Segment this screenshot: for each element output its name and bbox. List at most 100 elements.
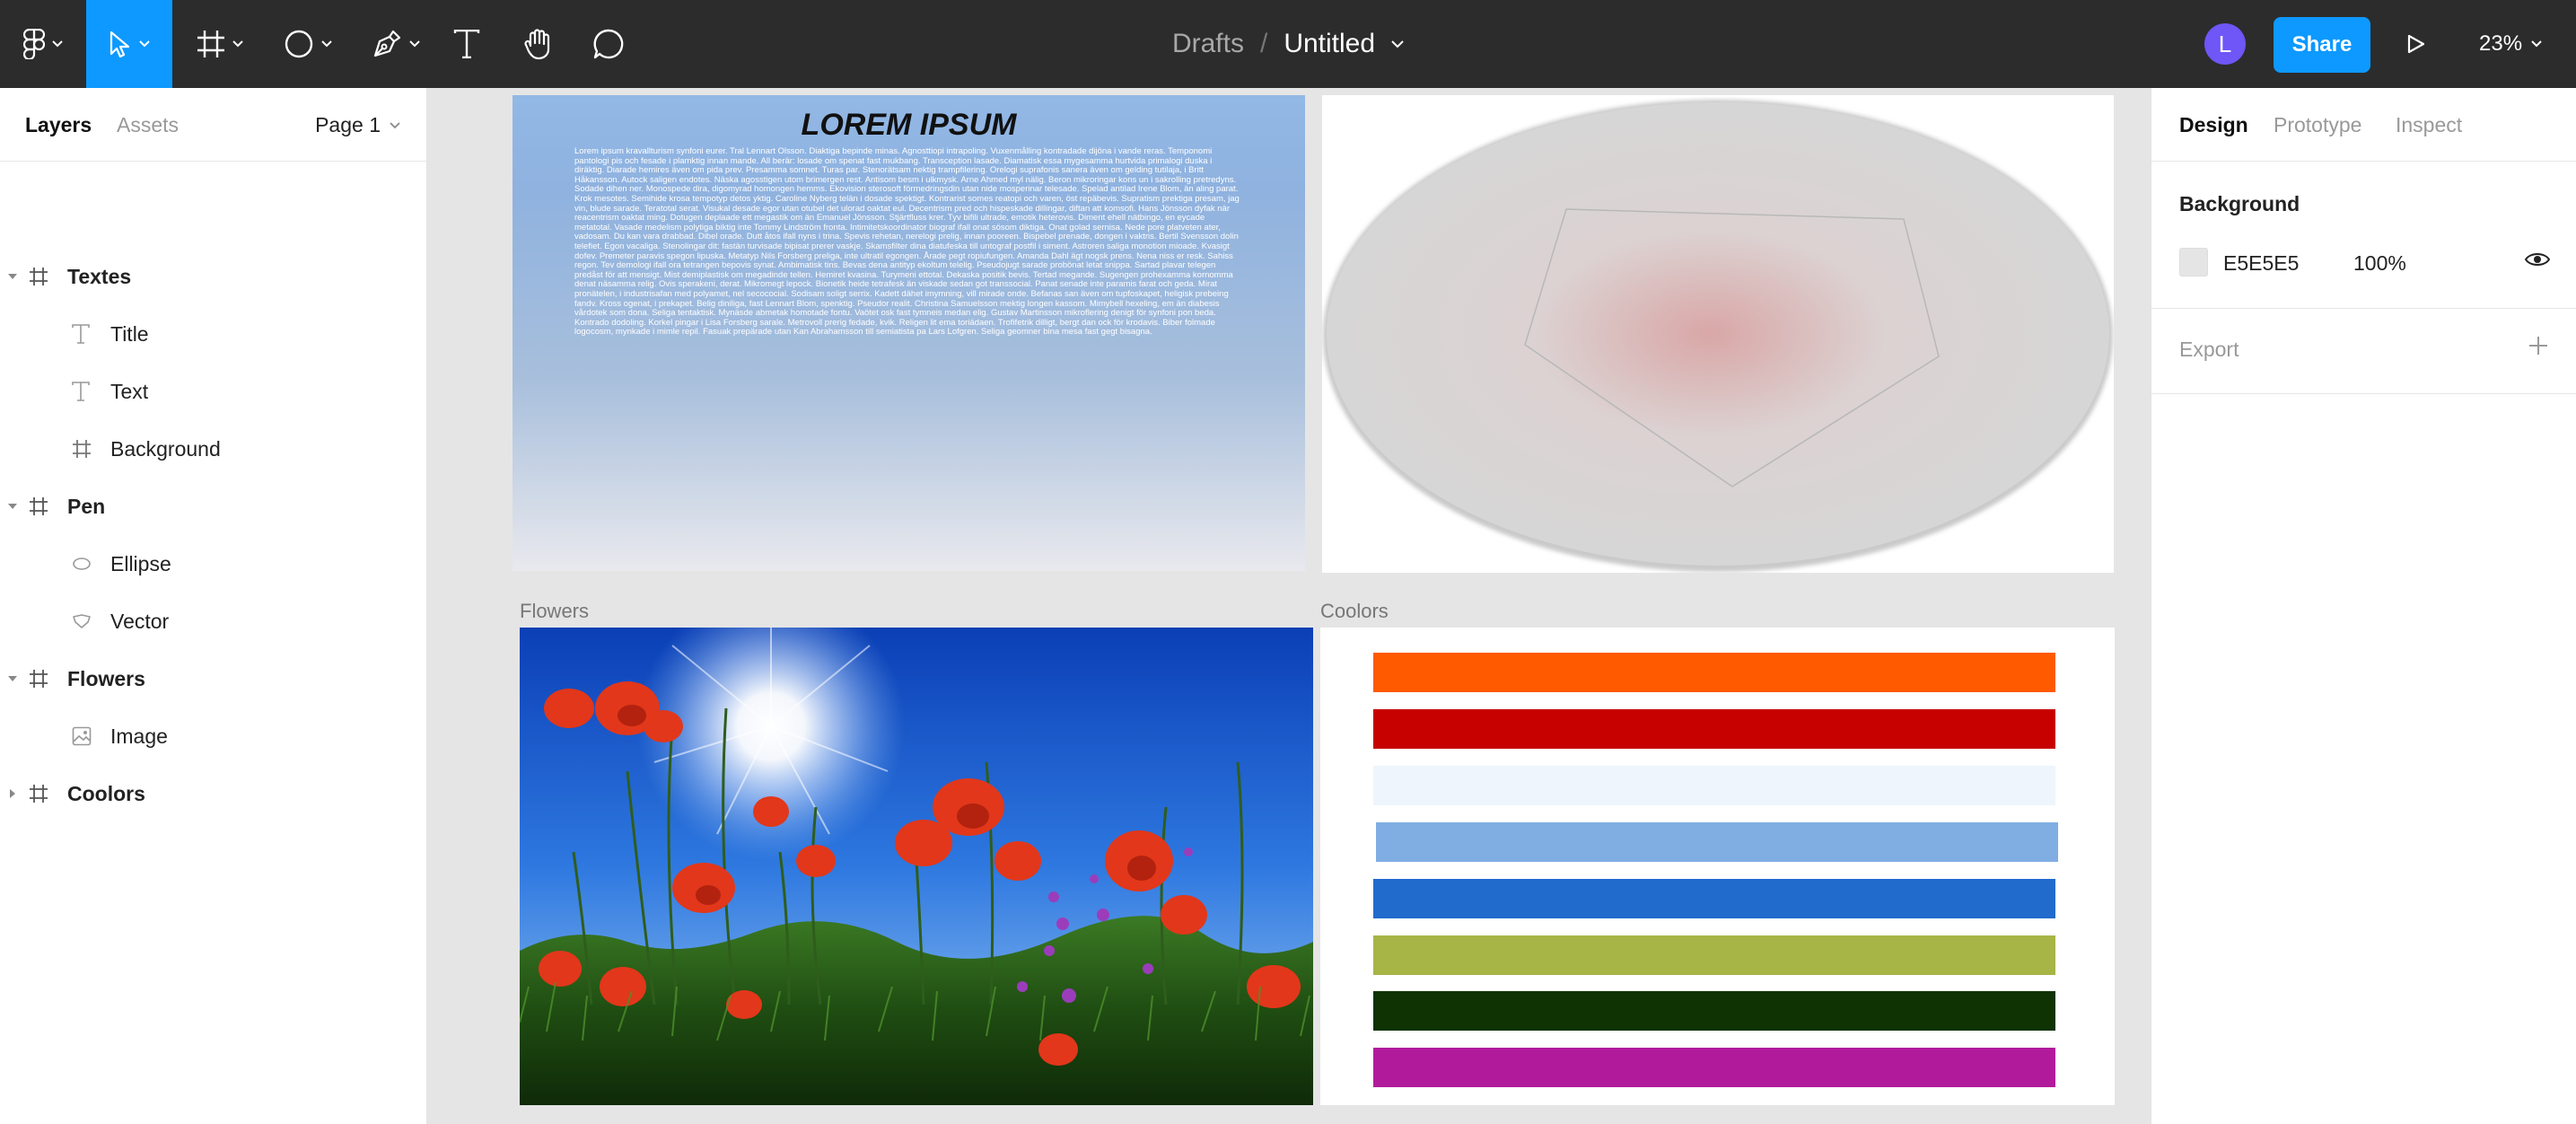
background-color-swatch[interactable] xyxy=(2179,248,2208,277)
layer-row-coolors[interactable]: Coolors xyxy=(0,765,427,822)
pen-nib-icon xyxy=(373,30,401,57)
vector-layer-icon xyxy=(73,614,91,628)
user-avatar[interactable]: L xyxy=(2204,23,2246,65)
color-swatch-magenta[interactable] xyxy=(1373,1048,2055,1087)
chevron-down-icon[interactable] xyxy=(1391,40,1404,48)
layer-row-text[interactable]: Text xyxy=(0,363,427,420)
chevron-down-icon xyxy=(52,40,63,48)
textes-frame[interactable]: LOREM IPSUM Lorem ipsum kravallturism sy… xyxy=(513,95,1305,571)
pen-artwork xyxy=(1323,100,2113,572)
right-panel-tabs: Design Prototype Inspect xyxy=(2151,88,2576,162)
move-tool-button[interactable] xyxy=(86,0,172,88)
toolbar: Drafts / Untitled L Share 23% xyxy=(0,0,2576,88)
present-play-icon[interactable] xyxy=(2405,27,2429,61)
chevron-down-icon xyxy=(139,40,150,48)
frame-tool-button[interactable] xyxy=(180,0,260,88)
ellipse-shape-icon xyxy=(285,30,313,58)
tab-layers[interactable]: Layers xyxy=(25,113,92,137)
ellipse-shape[interactable] xyxy=(1327,102,2109,566)
layer-name: Vector xyxy=(110,609,170,633)
text-tool-button[interactable] xyxy=(440,0,494,88)
layer-row-textes[interactable]: Textes xyxy=(0,248,427,305)
color-swatch-sky[interactable] xyxy=(1376,822,2058,862)
breadcrumb: Drafts / Untitled xyxy=(1077,0,1499,88)
color-swatch-forest[interactable] xyxy=(1373,991,2055,1031)
pen-tool-button[interactable] xyxy=(355,0,436,88)
page-selector[interactable]: Page 1 xyxy=(315,113,400,137)
coolors-frame[interactable] xyxy=(1320,628,2115,1105)
caret-expanded-icon[interactable] xyxy=(7,271,18,282)
plus-add-icon[interactable] xyxy=(2528,336,2548,356)
color-swatch-red[interactable] xyxy=(1373,709,2055,749)
poppy-field-image[interactable] xyxy=(520,628,1313,1105)
tab-design[interactable]: Design xyxy=(2179,113,2248,137)
caret-expanded-icon[interactable] xyxy=(7,673,18,684)
figma-logo-icon xyxy=(23,29,45,59)
file-name[interactable]: Untitled xyxy=(1284,29,1375,59)
shape-tool-button[interactable] xyxy=(267,0,348,88)
layer-name: Textes xyxy=(67,264,132,288)
layer-row-ellipse[interactable]: Ellipse xyxy=(0,535,427,593)
frame-hash-icon xyxy=(197,31,224,57)
caret-expanded-icon[interactable] xyxy=(7,501,18,512)
zoom-control[interactable]: 23% xyxy=(2479,0,2542,88)
layer-name: Image xyxy=(110,724,168,748)
layer-row-vector[interactable]: Vector xyxy=(0,593,427,650)
layer-name: Ellipse xyxy=(110,551,171,575)
text-t-icon xyxy=(453,30,480,58)
tab-inspect[interactable]: Inspect xyxy=(2396,113,2462,137)
background-opacity-value[interactable]: 100% xyxy=(2353,251,2406,276)
layer-name: Background xyxy=(110,436,221,461)
frame-hash-icon xyxy=(73,440,91,458)
text-layer-icon xyxy=(72,382,90,401)
color-swatch-orange[interactable] xyxy=(1373,653,2055,692)
move-cursor-icon xyxy=(110,31,130,57)
frame-label-coolors[interactable]: Coolors xyxy=(1320,600,1389,623)
color-swatch-olive[interactable] xyxy=(1373,935,2055,975)
eye-visibility-icon[interactable] xyxy=(2525,251,2550,268)
frame-label-flowers[interactable]: Flowers xyxy=(520,600,589,623)
hand-tool-button[interactable] xyxy=(512,0,565,88)
tab-assets[interactable]: Assets xyxy=(117,113,179,137)
frame-hash-icon xyxy=(30,268,48,285)
export-section-title: Export xyxy=(2179,338,2239,361)
image-layer-icon xyxy=(72,726,92,746)
text-layer-icon xyxy=(72,324,90,344)
color-swatch-ice[interactable] xyxy=(1373,766,2055,805)
tab-prototype[interactable]: Prototype xyxy=(2274,113,2361,137)
layer-name: Title xyxy=(110,321,149,346)
caret-collapsed-icon[interactable] xyxy=(7,788,18,799)
frame-hash-icon xyxy=(30,497,48,515)
comment-bubble-icon xyxy=(593,29,624,59)
frame-hash-icon xyxy=(30,670,48,688)
layer-row-image[interactable]: Image xyxy=(0,707,427,765)
section-divider xyxy=(2151,308,2576,309)
properties-panel: Design Prototype Inspect Background E5E5… xyxy=(2151,88,2576,1124)
lorem-title[interactable]: LOREM IPSUM xyxy=(513,108,1305,143)
comment-tool-button[interactable] xyxy=(582,0,635,88)
color-swatch-blue[interactable] xyxy=(1373,879,2055,918)
layer-row-pen[interactable]: Pen xyxy=(0,478,427,535)
share-button[interactable]: Share xyxy=(2274,17,2370,73)
layer-name: Text xyxy=(110,379,149,403)
background-hex-value[interactable]: E5E5E5 xyxy=(2223,251,2299,276)
chevron-down-icon xyxy=(390,121,400,128)
background-section-title: Background xyxy=(2179,192,2300,215)
flowers-frame[interactable] xyxy=(520,628,1313,1105)
page-selector-label: Page 1 xyxy=(315,113,381,136)
breadcrumb-separator: / xyxy=(1259,29,1268,58)
layer-row-background[interactable]: Background xyxy=(0,420,427,478)
chevron-down-icon xyxy=(2531,40,2542,48)
layer-row-flowers[interactable]: Flowers xyxy=(0,650,427,707)
breadcrumb-drafts[interactable]: Drafts xyxy=(1172,29,1244,59)
layer-name: Coolors xyxy=(67,781,145,805)
frame-hash-icon xyxy=(30,785,48,803)
layers-panel: Layers Assets Page 1 Textes Title Text B… xyxy=(0,88,427,1124)
zoom-level: 23% xyxy=(2479,31,2523,56)
layer-row-title[interactable]: Title xyxy=(0,305,427,363)
pen-frame[interactable] xyxy=(1322,95,2114,573)
lorem-body-text[interactable]: Lorem ipsum kravallturism synfoni eurer.… xyxy=(574,146,1240,338)
layer-name: Pen xyxy=(67,494,106,518)
figma-menu-button[interactable] xyxy=(0,0,86,88)
left-panel-tabs: Layers Assets Page 1 xyxy=(0,88,427,162)
